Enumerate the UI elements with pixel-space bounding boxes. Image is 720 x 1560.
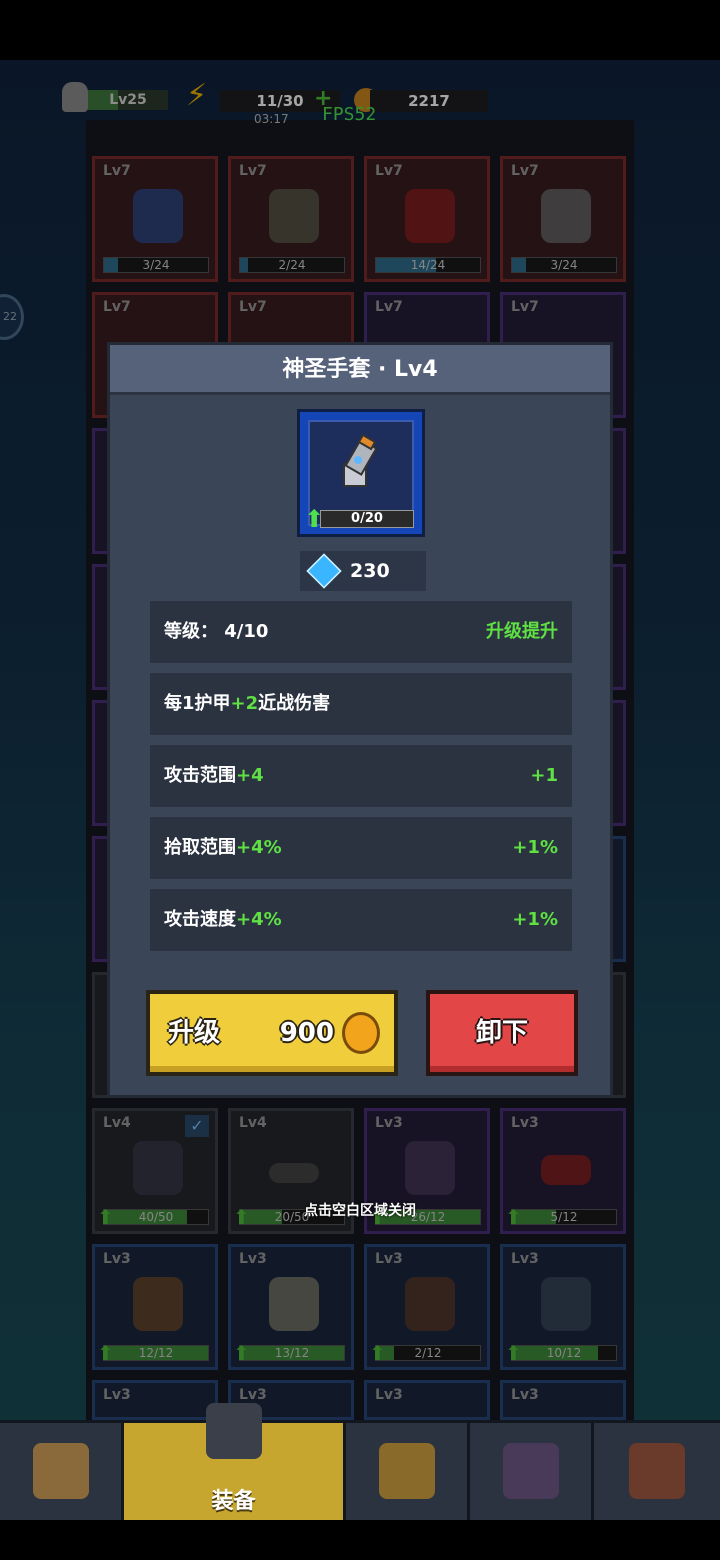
stat-row: 每1护甲+2近战伤害 [150, 673, 572, 735]
tab-codex[interactable] [594, 1423, 720, 1523]
upgrade-price: 900 [279, 1018, 334, 1048]
coin-icon [342, 1012, 380, 1054]
tab-equipment[interactable]: 装备 [124, 1403, 346, 1523]
armor-icon [205, 1403, 262, 1459]
bottom-nav: 装备 [0, 1403, 720, 1523]
item-detail-dialog: 神圣手套 · Lv4 0/20 ⬆ 230 等级： 4/10 升级提升 每1护甲… [107, 342, 613, 1098]
system-bar [0, 1520, 720, 1560]
unequip-button[interactable]: 卸下 [426, 990, 578, 1076]
pentagram-icon [502, 1443, 559, 1499]
bullet-icon [378, 1443, 435, 1499]
gem-icon [306, 553, 342, 589]
upgrade-arrow-icon: ⬆ [304, 505, 325, 533]
item-preview: 0/20 ⬆ [297, 409, 425, 537]
holy-gauntlet-icon [343, 434, 378, 487]
book-icon [629, 1443, 685, 1499]
level-text: 等级： 4/10 [164, 621, 269, 642]
stat-row: 攻击范围+4 +1 [150, 745, 572, 807]
tab-weapons[interactable] [346, 1423, 470, 1523]
stat-row: 攻击速度+4% +1% [150, 889, 572, 951]
tab-talents[interactable] [470, 1423, 594, 1523]
crate-icon [32, 1443, 89, 1499]
stat-row: 拾取范围+4% +1% [150, 817, 572, 879]
gem-cost-value: 230 [350, 560, 390, 582]
upgrade-label: 升级 [168, 1018, 221, 1048]
close-hint: 点击空白区域关闭 [304, 1203, 416, 1219]
upgrade-button[interactable]: 升级 900 [146, 990, 398, 1076]
dialog-title: 神圣手套 · Lv4 [110, 345, 610, 395]
gem-cost: 230 [300, 551, 426, 591]
level-row: 等级： 4/10 升级提升 [150, 601, 572, 663]
upgrade-gain-label: 升级提升 [486, 621, 558, 642]
tab-shop[interactable] [0, 1423, 124, 1523]
tab-equipment-label: 装备 [211, 1489, 256, 1514]
item-progress: 0/20 [320, 510, 414, 528]
